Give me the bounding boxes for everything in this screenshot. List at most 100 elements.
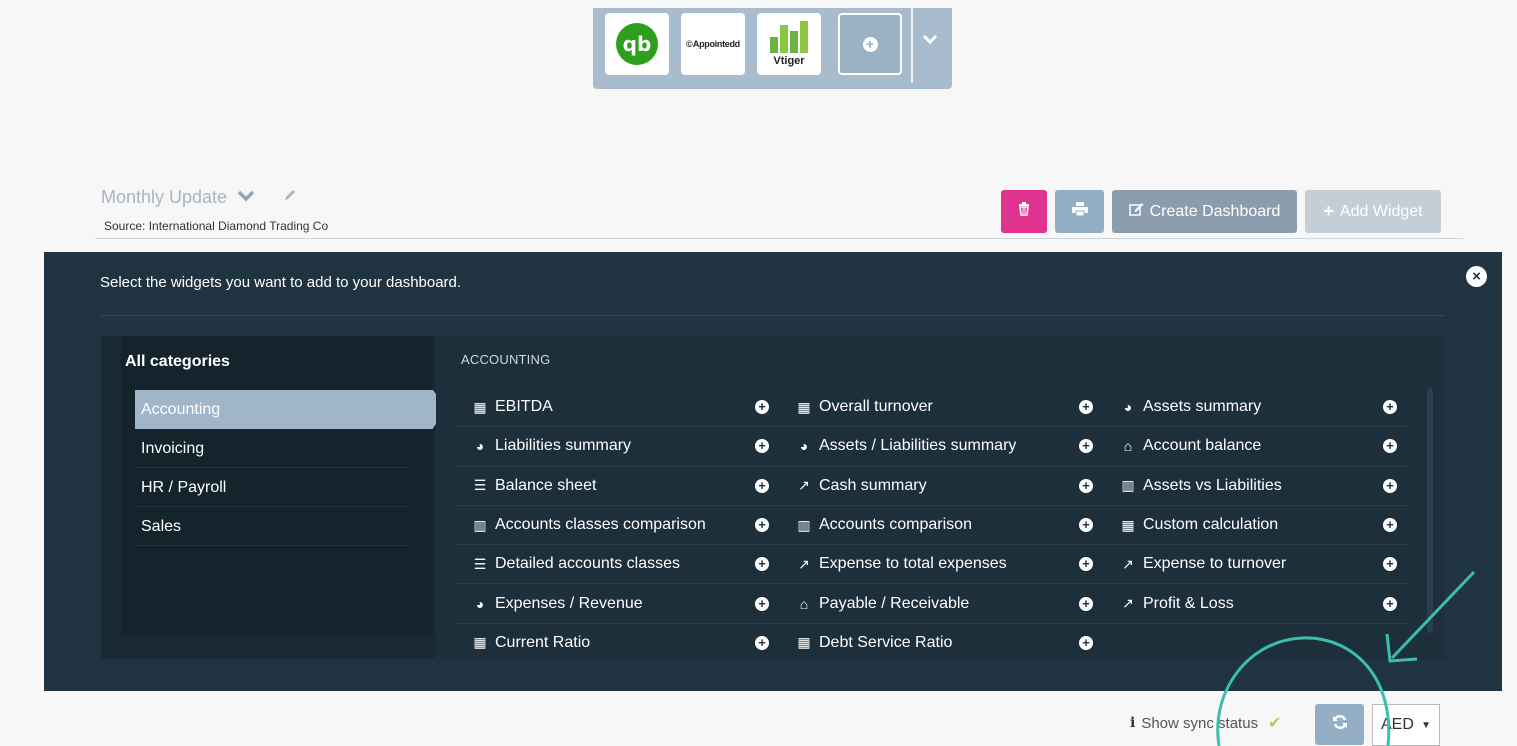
add-widget-icon[interactable]: + [755,439,769,454]
widget-label: Assets / Liabilities summary [819,437,1017,455]
widget-label: Assets summary [1143,398,1262,416]
chevron-down-icon[interactable] [237,189,255,207]
add-widget-icon[interactable]: + [1383,439,1397,454]
sync-status[interactable]: i Show sync status ✔ [1130,713,1281,733]
widgets-list: ACCOUNTING ▦ EBITDA + ▦ Overall turnover + ◕ As… [436,336,1445,659]
add-widget-icon[interactable]: + [1079,439,1093,454]
widget-item[interactable]: ▦ Custom calculation + [1105,506,1409,546]
add-widget-icon[interactable]: + [755,557,769,572]
widget-item-left: ▥ Accounts comparison [795,516,972,534]
widget-label: Detailed accounts classes [495,555,680,573]
refresh-button[interactable] [1315,704,1364,745]
currency-value: AED [1381,716,1414,733]
widget-item[interactable]: ▦ Overall turnover + [781,388,1105,428]
widget-item[interactable]: ▦ Current Ratio + [457,624,781,659]
sync-status-label: Show sync status [1141,714,1259,732]
category-item-hr-payroll[interactable]: HR / Payroll [135,468,408,507]
widget-item-left: ◕ Expenses / Revenue [471,595,643,613]
calculator-icon: ▦ [797,398,811,415]
widget-item[interactable]: ▥ Assets vs Liabilities + [1105,467,1409,506]
widget-item-left: ☰ Detailed accounts classes [471,555,680,573]
widget-label: Debt Service Ratio [819,633,953,651]
add-widget-icon[interactable]: + [755,596,769,611]
widgets-scroll-area[interactable]: ▦ EBITDA + ▦ Overall turnover + ◕ Assets summar… [457,388,1437,659]
category-sidebar: All categories Accounting Invoicing HR /… [101,336,447,659]
currency-select[interactable]: AED ▼ [1372,704,1440,746]
create-dashboard-button[interactable]: Create Dashboard [1112,190,1297,233]
trash-icon [1018,202,1030,221]
add-widget-icon[interactable]: + [1079,400,1093,415]
caret-down-icon: ▼ [1421,719,1431,731]
dashboard-title[interactable]: Monthly Update [101,187,297,208]
widget-grid: ▦ EBITDA + ▦ Overall turnover + ◕ Assets summar… [457,388,1437,659]
source-label: Source: [104,219,146,233]
add-widget-icon[interactable]: + [1079,596,1093,611]
print-button[interactable] [1055,190,1104,233]
chevron-down-icon[interactable] [915,32,945,56]
add-widget-icon[interactable]: + [1383,400,1397,415]
add-widget-icon[interactable]: + [755,478,769,493]
close-icon[interactable]: × [1466,266,1487,287]
widget-item-left: ▦ Custom calculation [1119,516,1278,534]
add-widget-icon[interactable]: + [1079,518,1093,533]
widget-item[interactable]: ▦ Debt Service Ratio + [781,624,1105,659]
integration-vtiger[interactable]: Vtiger [757,13,821,75]
widget-item[interactable]: ▦ EBITDA + [457,388,781,428]
add-widget-icon[interactable]: + [1079,557,1093,572]
create-dashboard-label: Create Dashboard [1149,202,1281,220]
plus-icon: + [1323,201,1334,221]
dashboard-title-text: Monthly Update [101,187,228,207]
add-widget-icon[interactable]: + [755,635,769,650]
widget-item[interactable]: ↗ Expense to total expenses + [781,545,1105,585]
widget-item-left: ↗ Expense to turnover [1119,555,1286,573]
widget-item[interactable]: ↗ Expense to turnover + [1105,545,1409,585]
widget-item[interactable]: ☰ Balance sheet + [457,467,781,506]
widget-item[interactable]: ◕ Assets / Liabilities summary + [781,427,1105,467]
add-widget-icon[interactable]: + [755,518,769,533]
widget-item[interactable]: ↗ Profit & Loss + [1105,584,1409,624]
pencil-icon[interactable] [283,188,297,207]
category-item-accounting[interactable]: Accounting [135,390,447,429]
widget-item-left: ◕ Liabilities summary [471,437,631,455]
calculator-icon: ▦ [473,634,487,651]
add-widget-icon[interactable]: + [1383,557,1397,572]
add-widget-button[interactable]: + Add Widget [1305,190,1441,233]
category-item-sales[interactable]: Sales [135,507,408,546]
widget-item[interactable]: ☰ Detailed accounts classes + [457,545,781,585]
line-chart-icon: ↗ [798,477,810,494]
widget-item[interactable]: ◕ Expenses / Revenue + [457,584,781,624]
widget-item[interactable]: ▥ Accounts classes comparison + [457,506,781,546]
scrollbar[interactable] [1427,388,1433,633]
bar-chart-icon: ▥ [473,516,487,533]
widget-item[interactable]: ◕ Assets summary + [1105,388,1409,428]
add-widget-icon[interactable]: + [1383,478,1397,493]
widget-item[interactable]: ⌂ Payable / Receivable + [781,584,1105,624]
list-icon: ☰ [473,477,487,494]
integration-quickbooks[interactable]: qb [605,13,669,75]
list-icon: ☰ [473,555,487,572]
add-widget-icon[interactable]: + [1079,635,1093,650]
widget-label: Current Ratio [495,633,591,651]
widget-item[interactable]: ⌂ Account balance + [1105,427,1409,467]
widget-label: Account balance [1143,437,1262,455]
widget-item-left: ▦ Debt Service Ratio [795,634,952,652]
delete-button[interactable] [1001,190,1047,233]
printer-icon [1071,202,1088,221]
add-integration-button[interactable]: + [838,13,902,75]
widget-item[interactable]: ▥ Accounts comparison + [781,506,1105,546]
add-widget-icon[interactable]: + [1079,478,1093,493]
add-widget-icon[interactable]: + [1383,596,1397,611]
widget-item[interactable]: ↗ Cash summary + [781,467,1105,506]
info-icon: i [1130,715,1136,731]
integrations-bar: qb © Appointedd Vtiger + [593,8,952,89]
widget-item[interactable] [1105,624,1409,659]
widget-item-left: ⌂ Payable / Receivable [795,595,970,613]
add-widget-icon[interactable]: + [755,400,769,415]
integration-appointedd[interactable]: © Appointedd [681,13,745,75]
header-divider [95,238,1463,239]
category-item-invoicing[interactable]: Invoicing [135,429,408,468]
widget-label: Profit & Loss [1143,594,1234,612]
add-widget-icon[interactable]: + [1383,518,1397,533]
widget-item[interactable]: ◕ Liabilities summary + [457,427,781,467]
refresh-icon [1332,714,1348,735]
